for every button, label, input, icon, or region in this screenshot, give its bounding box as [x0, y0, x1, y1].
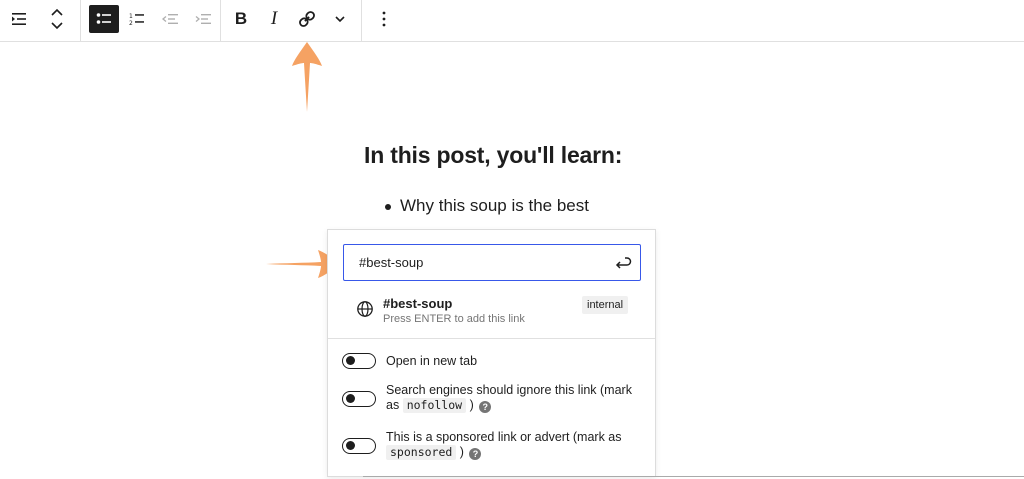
nofollow-close: ) [469, 398, 474, 412]
divider [328, 338, 655, 339]
block-toolbar: 1 2 B I [0, 0, 1024, 42]
chevron-down-icon [335, 16, 345, 23]
suggestion-title: #best-soup [383, 296, 453, 311]
unordered-list-button[interactable] [89, 5, 119, 33]
keyboard-return-icon [615, 257, 632, 269]
indent-icon [195, 14, 211, 24]
new-tab-toggle[interactable] [342, 353, 376, 369]
sponsored-label: This is a sponsored link or advert (mark… [386, 430, 646, 460]
nofollow-toggle[interactable] [342, 391, 376, 407]
outdent-icon [161, 14, 178, 24]
more-formats-button[interactable] [325, 5, 355, 33]
sponsored-close: ) [459, 445, 464, 459]
globe-icon [357, 301, 373, 317]
list-item[interactable]: Why this soup is the best [385, 196, 589, 216]
arrow-up-annotation [292, 42, 322, 112]
options-button[interactable] [369, 5, 399, 33]
italic-button[interactable]: I [259, 5, 289, 33]
move-up-down-button[interactable] [42, 5, 72, 33]
sponsored-text: This is a sponsored link or advert (mark… [386, 430, 622, 444]
content-divider [363, 476, 1024, 477]
sponsored-code: sponsored [386, 445, 457, 460]
chevron-up-down-icon [51, 8, 63, 30]
nofollow-help-icon[interactable]: ? [479, 401, 492, 413]
link-control-popover: #best-soup #best-soup Press ENTER to add… [327, 229, 656, 477]
sponsored-toggle[interactable] [342, 438, 376, 454]
sponsored-help-icon[interactable]: ? [469, 448, 482, 460]
bold-button[interactable]: B [226, 5, 256, 33]
link-icon [299, 11, 315, 27]
list-outdent-icon [12, 13, 26, 25]
italic-label: I [270, 8, 278, 29]
post-heading[interactable]: In this post, you'll learn: [364, 142, 622, 169]
bold-label: B [234, 9, 248, 28]
svg-text:1: 1 [129, 13, 133, 20]
nofollow-label: Search engines should ignore this link (… [386, 383, 646, 413]
bullet-list-icon [96, 13, 111, 24]
more-vertical-icon [382, 11, 386, 27]
new-tab-label: Open in new tab [386, 354, 478, 368]
post-list[interactable]: Why this soup is the best [385, 196, 589, 216]
url-input-value: #best-soup [359, 255, 424, 270]
url-input[interactable]: #best-soup [343, 244, 641, 281]
link-button[interactable] [292, 5, 322, 33]
block-type-list-button[interactable] [5, 5, 35, 33]
nofollow-code: nofollow [402, 398, 467, 413]
svg-text:2: 2 [129, 20, 133, 27]
ordered-list-button[interactable]: 1 2 [122, 5, 152, 33]
numbered-list-icon: 1 2 [129, 13, 144, 27]
outdent-button[interactable] [155, 5, 185, 33]
link-suggestion[interactable]: #best-soup Press ENTER to add this link … [328, 290, 655, 338]
submit-link-button[interactable] [612, 252, 634, 274]
suggestion-type-badge: internal [582, 296, 629, 314]
suggestion-hint: Press ENTER to add this link [383, 313, 525, 325]
indent-button[interactable] [188, 5, 218, 33]
